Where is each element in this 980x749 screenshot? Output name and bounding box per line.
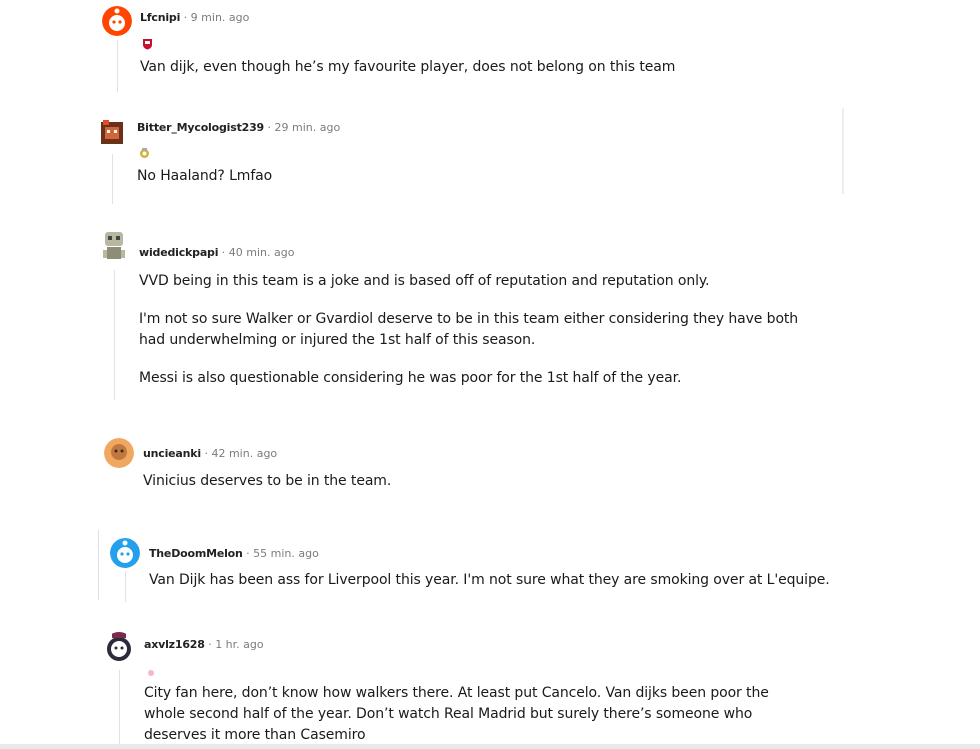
thread-line[interactable] (125, 572, 126, 602)
separator: · (267, 121, 272, 134)
snoo-robot-avatar-icon[interactable] (99, 230, 129, 260)
author-name[interactable]: widedickpapi (139, 246, 218, 259)
comment-body: No Haaland? Lmfao (137, 166, 837, 187)
thread-line[interactable] (112, 154, 113, 204)
timestamp[interactable]: 55 min. ago (253, 547, 319, 560)
comment-1: Lfcnipi · 9 min. ago Van dijk, even thou… (0, 0, 980, 100)
timestamp[interactable]: 29 min. ago (275, 121, 341, 134)
author-name[interactable]: axvlz1628 (144, 638, 205, 651)
timestamp[interactable]: 42 min. ago (211, 447, 277, 460)
comment-body: Van dijk, even though he’s my favourite … (140, 57, 900, 78)
timestamp[interactable]: 9 min. ago (191, 11, 250, 24)
comment-paragraph: I'm not so sure Walker or Gvardiol deser… (139, 311, 799, 348)
comment-2: Bitter_Mycologist239 · 29 min. ago No Ha… (0, 110, 980, 210)
snoo-pixel-avatar-icon[interactable] (97, 118, 127, 148)
comment-3: widedickpapi · 40 min. ago VVD being in … (0, 228, 980, 408)
snoo-hat-avatar-icon[interactable] (104, 632, 134, 662)
comment-body: Van Dijk has been ass for Liverpool this… (149, 570, 909, 591)
comment-paragraph: Van Dijk has been ass for Liverpool this… (149, 572, 830, 588)
comment-body: VVD being in this team is a joke and is … (139, 271, 799, 389)
comment-paragraph: Vinicius deserves to be in the team. (143, 473, 392, 489)
separator: · (204, 447, 208, 460)
thread-line[interactable] (119, 670, 120, 749)
comment-paragraph: VVD being in this team is a joke and is … (139, 273, 710, 289)
separator: · (221, 246, 226, 259)
flair-badge-icon (147, 662, 158, 676)
comment-meta: uncieanki · 42 min. ago (143, 447, 277, 461)
comment-paragraph: Van dijk, even though he’s my favourite … (140, 59, 676, 75)
bottom-divider (0, 744, 980, 749)
separator: · (208, 638, 212, 651)
comment-5: TheDoomMelon · 55 min. ago Van Dijk has … (0, 532, 980, 612)
comment-4: uncieanki · 42 min. ago Vinicius deserve… (0, 432, 980, 512)
snoo-orange-avatar-icon[interactable] (104, 438, 134, 468)
author-name[interactable]: uncieanki (143, 447, 201, 460)
thread-line[interactable] (117, 40, 118, 92)
timestamp[interactable]: 1 hr. ago (215, 638, 263, 651)
snoo-blue-avatar-icon[interactable] (110, 538, 140, 568)
snoo-red-avatar-icon[interactable] (102, 6, 132, 36)
comment-paragraph: No Haaland? Lmfao (137, 168, 273, 184)
flair-badge-icon (139, 144, 150, 158)
comment-meta: axvlz1628 · 1 hr. ago (144, 638, 264, 652)
flair-badge-icon (142, 35, 153, 50)
author-name[interactable]: Bitter_Mycologist239 (137, 121, 264, 134)
comment-body: Vinicius deserves to be in the team. (143, 471, 843, 492)
comment-paragraph: Messi is also questionable considering h… (139, 370, 682, 386)
comment-meta: Lfcnipi · 9 min. ago (140, 11, 249, 25)
comment-body: City fan here, don’t know how walkers th… (144, 683, 804, 746)
comment-meta: widedickpapi · 40 min. ago (139, 246, 294, 260)
comment-6: axvlz1628 · 1 hr. ago City fan here, don… (0, 628, 980, 749)
separator: · (246, 547, 250, 560)
comment-paragraph: City fan here, don’t know how walkers th… (144, 685, 769, 743)
timestamp[interactable]: 40 min. ago (229, 246, 295, 259)
comment-meta: Bitter_Mycologist239 · 29 min. ago (137, 121, 340, 135)
author-name[interactable]: Lfcnipi (140, 11, 180, 24)
separator: · (183, 11, 188, 24)
thread-line[interactable] (114, 270, 115, 400)
comment-meta: TheDoomMelon · 55 min. ago (149, 547, 319, 561)
author-name[interactable]: TheDoomMelon (149, 547, 243, 560)
